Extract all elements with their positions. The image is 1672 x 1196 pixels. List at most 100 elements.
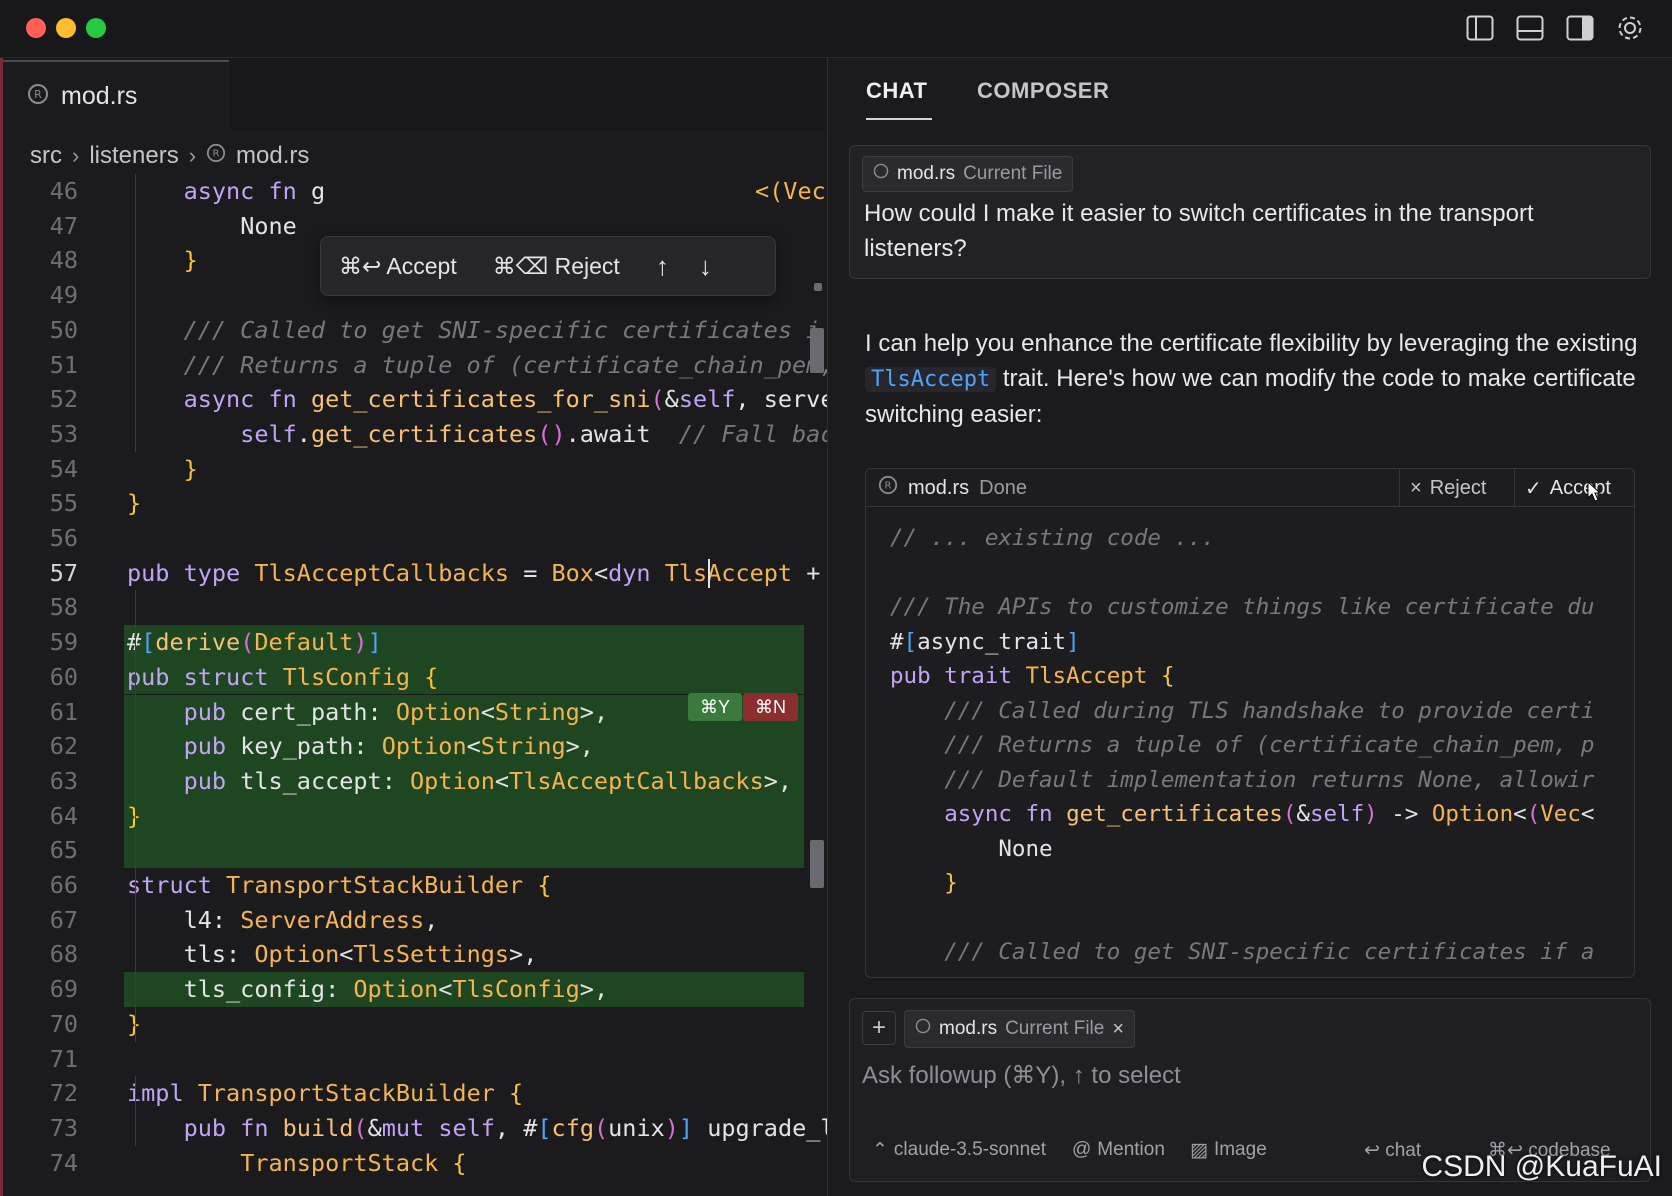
code-line[interactable]: 51 /// Returns a tuple of (certificate_c… (0, 348, 827, 383)
image-button[interactable]: ▨ Image (1190, 1135, 1267, 1165)
reject-diff-button[interactable]: ⌘⌫ Reject (493, 253, 620, 280)
line-number: 58 (49, 593, 78, 622)
answer-inline-code: TlsAccept (865, 367, 997, 392)
line-number: 63 (49, 766, 78, 795)
gear-icon[interactable] (1614, 12, 1646, 44)
arrow-down-icon[interactable]: ↓ (699, 251, 712, 282)
code-line[interactable]: 58 (0, 590, 827, 625)
line-code-tail: <(Vec (755, 177, 826, 205)
code-line[interactable]: 72 impl TransportStackBuilder { (0, 1076, 827, 1111)
text-cursor (708, 558, 710, 588)
editor-scrollbar-marker[interactable] (814, 283, 822, 291)
sidebar-right-icon[interactable] (1564, 12, 1596, 44)
code-line[interactable]: 57 pub type TlsAcceptCallbacks = Box<dyn … (0, 556, 827, 591)
line-number: 66 (49, 871, 78, 899)
line-number: 57 (49, 558, 78, 587)
reject-hunk-pill[interactable]: ⌘N (743, 693, 798, 721)
line-number: 48 (49, 246, 78, 275)
code-line[interactable]: 50 /// Called to get SNI-specific certif… (0, 313, 827, 348)
code-line[interactable]: 71 (0, 1042, 827, 1077)
code-line[interactable]: 65 (0, 833, 827, 868)
code-line[interactable]: 59 #[derive(Default)] (0, 625, 827, 660)
arrow-up-icon[interactable]: ↑ (656, 251, 669, 282)
code-line[interactable]: 46 async fn g <(Vec (0, 174, 827, 209)
minimize-window-button[interactable] (56, 18, 76, 38)
close-icon: × (1410, 476, 1422, 499)
line-number: 51 (49, 350, 78, 379)
code-block-line: None (998, 835, 1053, 862)
line-code: pub tls_accept: Option<TlsAcceptCallback… (183, 766, 793, 795)
code-lines[interactable]: 46 async fn g <(Vec 47 None 48 } 49 50 /// Ca… (0, 174, 827, 1196)
code-line[interactable]: 56 (0, 521, 827, 556)
followup-placeholder[interactable]: Ask followup (⌘Y), ↑ to select (862, 1061, 1181, 1090)
breadcrumb-item-file[interactable]: mod.rs (236, 142, 309, 170)
svg-text:R: R (34, 88, 42, 101)
code-block-line: /// Called during TLS handshake to provi… (944, 697, 1595, 724)
close-icon[interactable]: × (1112, 1018, 1124, 1041)
code-block-line: /// Returns a tuple of (certificate_chai… (944, 732, 1595, 758)
code-block-status: Done (979, 476, 1027, 499)
code-line[interactable]: 60 pub struct TlsConfig { (0, 659, 827, 695)
line-number: 49 (49, 281, 78, 310)
accept-diff-button[interactable]: ⌘↩ Accept (339, 253, 457, 280)
code-line[interactable]: 53 self.get_certificates().await // Fall… (0, 417, 827, 452)
line-code: impl TransportStackBuilder { (127, 1079, 524, 1108)
panel-bottom-icon[interactable] (1514, 12, 1546, 44)
line-number: 60 (49, 662, 78, 691)
add-context-button[interactable]: + (862, 1011, 896, 1045)
code-block-line: } (944, 870, 958, 896)
code-line[interactable]: 66 struct TransportStackBuilder { (0, 868, 827, 903)
accept-hunk-pill[interactable]: ⌘Y (688, 693, 743, 721)
mention-button[interactable]: @ Mention (1072, 1135, 1165, 1165)
code-line[interactable]: 54 } (0, 452, 827, 487)
chat-submit-hint[interactable]: ↩ chat (1364, 1135, 1421, 1165)
code-block-line: /// Default implementation returns None,… (944, 766, 1595, 793)
code-line[interactable]: 52 async fn get_certificates_for_sni(&se… (0, 382, 827, 417)
sidebar-left-icon[interactable] (1464, 12, 1496, 44)
code-line[interactable]: 69 tls_config: Option<TlsConfig>, (0, 972, 827, 1007)
code-block-line: // ... existing code ... (890, 525, 1216, 551)
code-line[interactable]: 55} (0, 486, 827, 521)
editor-tab-mod-rs[interactable]: R mod.rs (3, 60, 229, 130)
model-selector[interactable]: ⌃ claude-3.5-sonnet (872, 1135, 1046, 1165)
code-line[interactable]: 63 pub tls_accept: Option<TlsAcceptCallb… (0, 763, 827, 799)
code-line[interactable]: 67 l4: ServerAddress, (0, 903, 827, 938)
line-number: 56 (49, 524, 78, 552)
line-code: pub struct TlsConfig { (127, 662, 439, 691)
input-chip-file-sub: Current File (1005, 1018, 1105, 1039)
rust-file-icon: R (878, 475, 898, 501)
breadcrumb-item-listeners[interactable]: listeners (89, 142, 178, 170)
model-name: claude-3.5-sonnet (893, 1139, 1047, 1160)
line-number: 46 (49, 177, 78, 205)
editor-scrollbar-thumb[interactable] (810, 840, 824, 888)
code-line[interactable]: 64} (0, 798, 827, 834)
line-number: 59 (49, 628, 78, 657)
line-number: 50 (49, 315, 78, 344)
line-number: 67 (49, 905, 78, 934)
editor-scrollbar-marker[interactable] (810, 328, 824, 373)
line-code: pub type TlsAcceptCallbacks = Box<dyn Tl… (127, 558, 821, 587)
breadcrumb-item-src[interactable]: src (30, 142, 62, 170)
line-number: 74 (49, 1148, 78, 1177)
input-context-file-chip[interactable]: mod.rs Current File × (904, 1010, 1136, 1048)
tab-composer[interactable]: COMPOSER (977, 78, 1109, 104)
line-code: async fn g (183, 177, 326, 205)
code-line[interactable]: 68 tls: Option<TlsSettings>, (0, 937, 827, 972)
maximize-window-button[interactable] (86, 18, 106, 38)
close-window-button[interactable] (26, 18, 46, 38)
code-line[interactable]: 62 pub key_path: Option<String>, (0, 729, 827, 764)
context-file-chip[interactable]: mod.rs Current File (862, 156, 1074, 192)
code-block-accept-button[interactable]: ✓ Accept (1514, 469, 1634, 507)
line-code: } (183, 454, 198, 483)
line-number: 47 (49, 211, 78, 240)
code-line[interactable]: 70} (0, 1007, 827, 1042)
svg-text:R: R (885, 481, 892, 492)
tab-chat[interactable]: CHAT (866, 78, 927, 104)
line-number: 55 (49, 489, 78, 518)
code-line[interactable]: 74 TransportStack { (0, 1146, 827, 1181)
code-line[interactable]: 73 pub fn build(&mut self, #[cfg(unix)] … (0, 1111, 827, 1146)
indent-guide (135, 1076, 136, 1146)
line-number: 72 (49, 1079, 78, 1108)
line-number: 65 (49, 836, 78, 865)
code-block-reject-button[interactable]: × Reject (1399, 469, 1514, 507)
